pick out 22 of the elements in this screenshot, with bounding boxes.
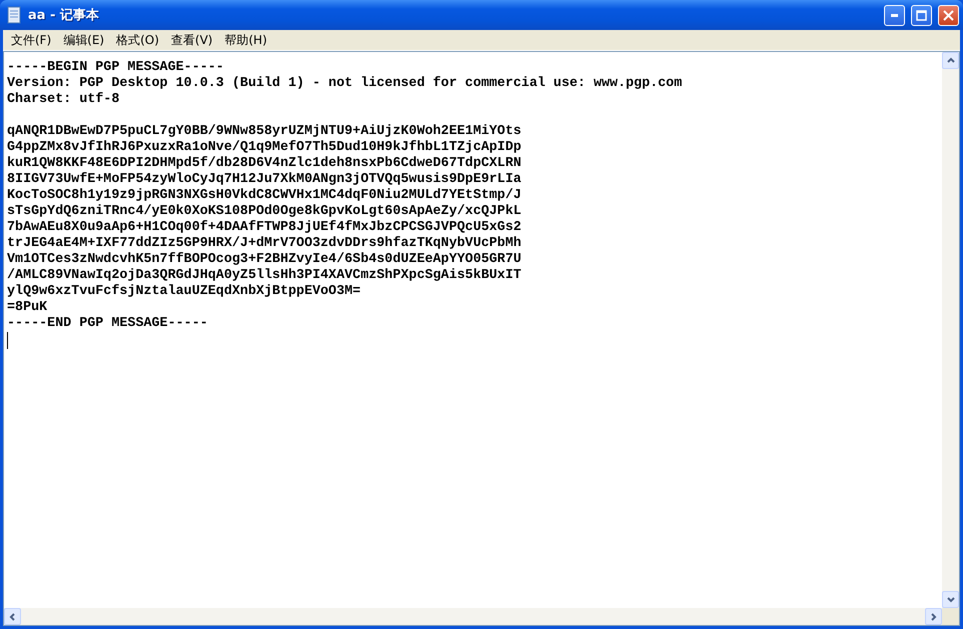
scroll-arrow-button[interactable] bbox=[942, 591, 959, 608]
text-editor[interactable] bbox=[4, 52, 942, 608]
close-icon bbox=[943, 10, 954, 20]
text-caret bbox=[7, 332, 8, 349]
minimize-button[interactable] bbox=[884, 4, 905, 26]
minimize-icon bbox=[891, 14, 898, 16]
document-text: -----BEGIN PGP MESSAGE----- Version: PGP Desktop 10.0.3 (Build 1) - not licensed for commercial use: www.pgp.com Charset: utf-8 qANQR1DBwEwD7P5puCL7gY0BB/9WNw858yrUZMjNTU9+AiUjzK0Woh2EE1MiYOts G4ppZMx8vJfIhRJ6PxuzxRa1oNve/Q1q9MefO7Th5Dud10H9kJfhbL1TZjcApIDp kuR1QW8KKF48E6DPI2DHMpd5f/db28D6V4nZlc1deh8nsxPb6CdweD67TdpCXLRN 8IIGV73UwfE+MoFP54zyWloCyJq7H12Ju7XkM0ANgn3jOTVQq5wusis9DpE9rLIa KocToSOC8h1y19z9jpRGN3NXGsH0VkdC8CWVHx1MC4dqF0Niu2MULd7YEtStmp/J sTsGpYdQ6zniTRnc4/yE0k0XoKS108POd0Oge8kGpvKoLgt60sApAeZy/xcQJPkL 7bAwAEu8X0u9aAp6+H1COq00f+4DAAfFTWP8JjUEf4fMxJbzCPCSGJVPQcU5xGs2 trJEG4aE4M+IXF77ddZIz5GP9HRX/J+dMrV7OO3zdvDDrs9hfazTKqNybVUcPbMh Vm1OTCes3zNwdcvhK5n7ffBOPOcog3+F2BHZvyIe4/6Sb4s0dUZEeApYYO05GR7U /AMLC89VNawIq2ojDa3QRGdJHqA0yZ5llsHh3PI4XAVCmzShPXpcSgAis5kBUxIT ylQ9w6xzTvuFcfsjNztalauUZEqdXnbXjBtppEVoO3M= =8PuK -----END PGP MESSAGE----- bbox=[7, 60, 683, 332]
notepad-icon bbox=[6, 6, 22, 24]
horizontal-scrollbar[interactable] bbox=[4, 608, 942, 625]
maximize-icon bbox=[916, 10, 927, 20]
scroll-arrow-button[interactable] bbox=[4, 608, 21, 625]
menu-item[interactable]: 查看(V) bbox=[165, 30, 219, 50]
menu-item[interactable]: 编辑(E) bbox=[57, 30, 110, 50]
maximize-button[interactable] bbox=[911, 4, 932, 26]
vertical-scrollbar[interactable] bbox=[942, 52, 959, 608]
menu-item[interactable]: 格式(O) bbox=[110, 30, 166, 50]
menu-item[interactable]: 文件(F) bbox=[5, 30, 58, 50]
window-title: aa - 记事本 bbox=[28, 7, 100, 24]
scroll-arrow-button[interactable] bbox=[942, 52, 959, 69]
scroll-arrow-button[interactable] bbox=[925, 608, 942, 625]
close-button[interactable] bbox=[938, 4, 959, 26]
menu-item[interactable]: 帮助(H) bbox=[218, 30, 273, 50]
